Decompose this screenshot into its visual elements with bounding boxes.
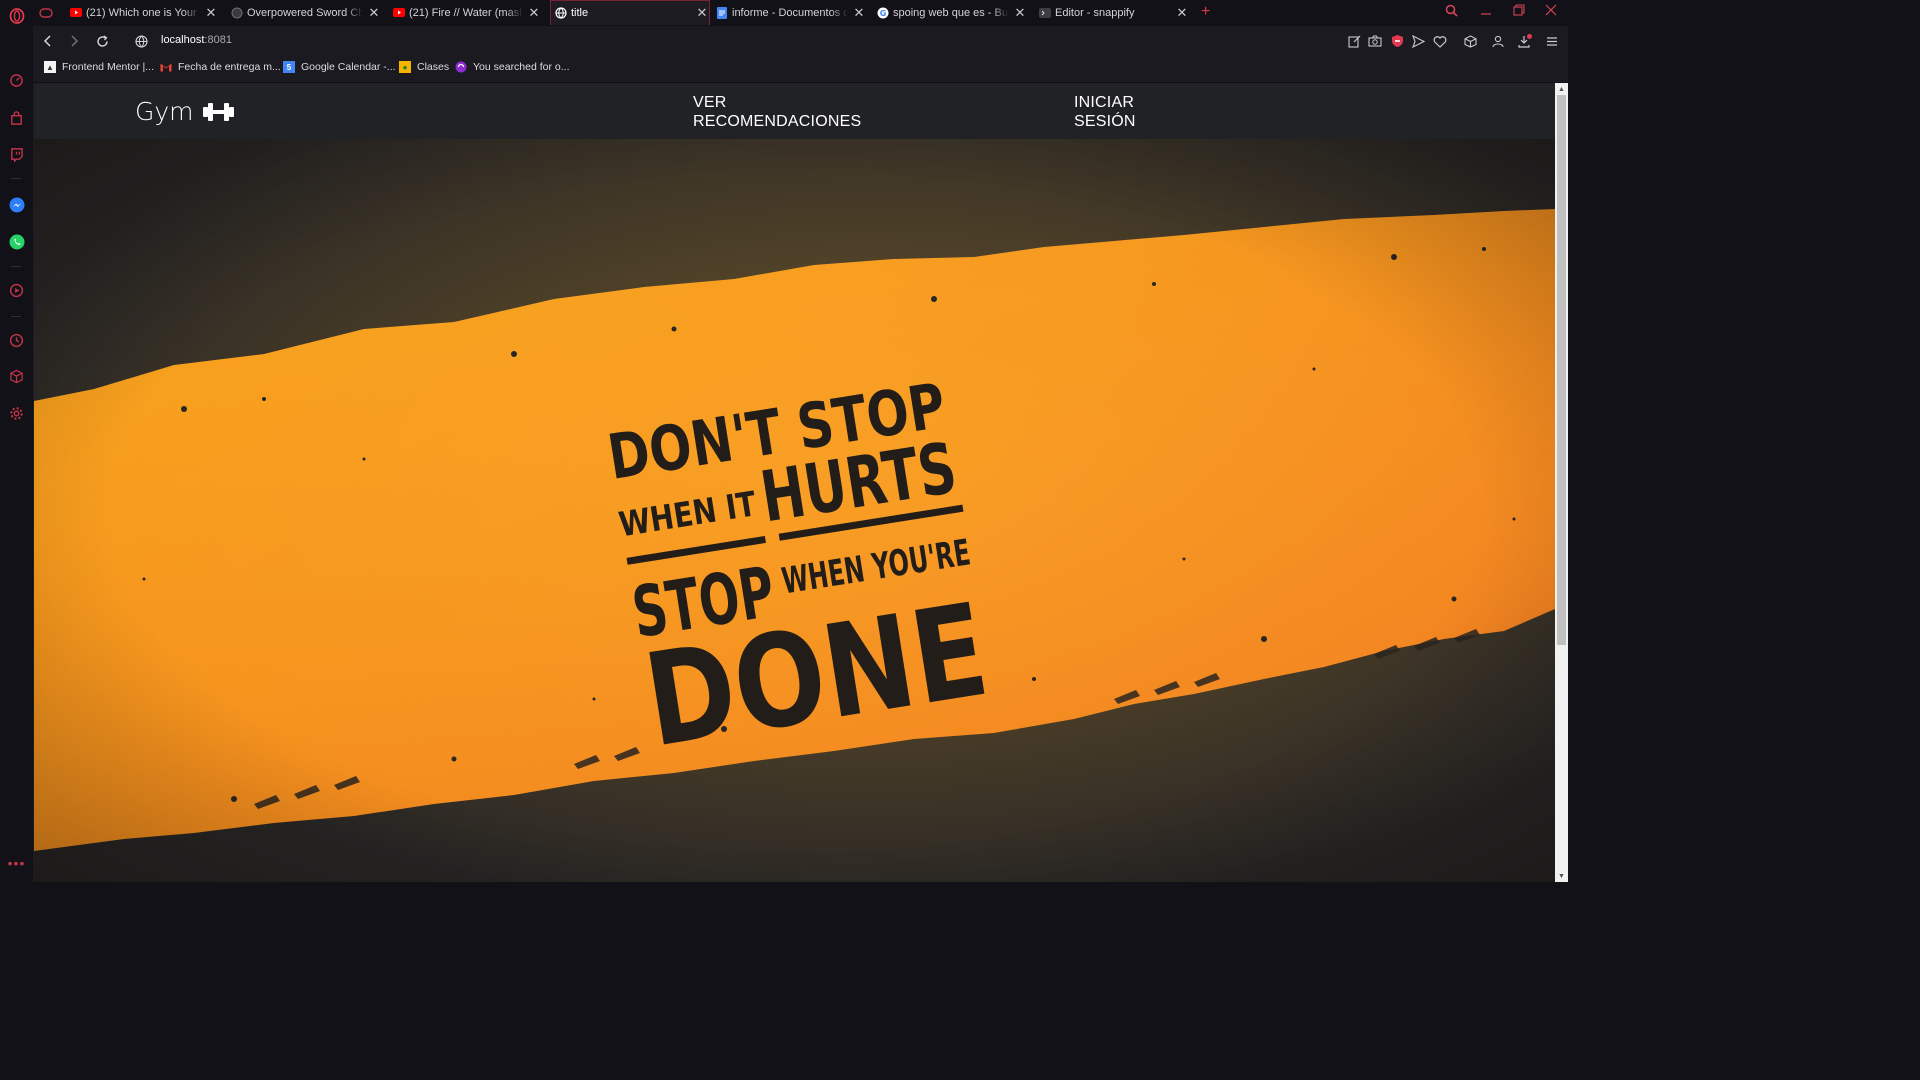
frontend-mentor-icon: ▲ bbox=[44, 61, 56, 73]
nav-line-1: VER bbox=[693, 94, 727, 111]
forward-icon[interactable] bbox=[65, 32, 83, 50]
bookmark-clases[interactable]: ● Clases bbox=[399, 61, 449, 73]
svg-text:G: G bbox=[880, 9, 887, 18]
youtube-icon bbox=[393, 7, 405, 19]
new-tab-button[interactable]: + bbox=[1201, 3, 1210, 21]
restore-icon[interactable] bbox=[1513, 4, 1525, 19]
tab-title: spoing web que es - Busca bbox=[893, 6, 1009, 19]
bookmark-frontend-mentor[interactable]: ▲ Frontend Mentor |... bbox=[44, 61, 154, 73]
bookmark-label: Frontend Mentor |... bbox=[62, 61, 155, 73]
globe-icon bbox=[231, 7, 243, 19]
close-tab-icon[interactable]: ✕ bbox=[852, 5, 866, 21]
speed-dial-icon[interactable] bbox=[8, 72, 25, 89]
history-icon[interactable] bbox=[8, 332, 25, 349]
settings-gear-icon[interactable] bbox=[8, 405, 25, 422]
site-logo[interactable]: Gym bbox=[135, 97, 235, 126]
extensions-icon[interactable] bbox=[8, 368, 25, 385]
player-icon[interactable] bbox=[8, 282, 25, 299]
tab-fire-water[interactable]: (21) Fire // Water (mashup) ✕ bbox=[393, 0, 541, 25]
browser-sidebar: ••• bbox=[0, 0, 34, 882]
tab-strip: (21) Which one is Your favo ✕ Overpowere… bbox=[33, 0, 1568, 26]
reload-icon[interactable] bbox=[93, 32, 111, 50]
logo-text: Gym bbox=[135, 97, 194, 126]
more-options-icon[interactable]: ••• bbox=[8, 854, 25, 871]
edit-icon[interactable] bbox=[1346, 33, 1362, 49]
bookmark-label: Fecha de entrega m... bbox=[178, 61, 281, 73]
heart-icon[interactable] bbox=[1432, 33, 1448, 49]
site-header: Gym VER RECOMENDACIONES INICIAR SESIÓN bbox=[34, 83, 1555, 139]
google-classroom-icon: ● bbox=[399, 61, 411, 73]
bookmark-label: Clases bbox=[417, 61, 450, 73]
back-icon[interactable] bbox=[39, 32, 57, 50]
close-window-icon[interactable] bbox=[1545, 4, 1557, 19]
purple-swirl-icon bbox=[455, 61, 467, 73]
messenger-icon[interactable] bbox=[8, 196, 25, 213]
nav-line-2: SESIÓN bbox=[1074, 113, 1136, 130]
opera-logo-icon[interactable] bbox=[8, 7, 25, 24]
account-icon[interactable] bbox=[1490, 33, 1506, 49]
scroll-down-arrow-icon[interactable]: ▼ bbox=[1555, 870, 1568, 882]
nav-ver-recomendaciones[interactable]: VER RECOMENDACIONES bbox=[693, 93, 861, 131]
tab-title: Editor - snappify bbox=[1055, 6, 1135, 19]
google-calendar-icon: 5 bbox=[283, 61, 295, 73]
site-info-globe-icon[interactable] bbox=[132, 32, 150, 50]
tab-title-active[interactable]: title ✕ bbox=[550, 0, 710, 25]
twitch-icon[interactable] bbox=[8, 146, 25, 163]
tab-title: informe - Documentos de G bbox=[732, 6, 848, 19]
gmail-icon bbox=[160, 61, 172, 73]
close-tab-icon[interactable]: ✕ bbox=[367, 5, 381, 21]
minimize-icon[interactable] bbox=[1480, 4, 1492, 19]
close-tab-icon[interactable]: ✕ bbox=[695, 5, 709, 21]
google-docs-icon bbox=[716, 6, 728, 19]
url-port: :8081 bbox=[204, 34, 232, 46]
url-host: localhost bbox=[161, 34, 205, 46]
search-tabs-icon[interactable] bbox=[1445, 4, 1458, 20]
google-icon: G bbox=[877, 7, 889, 19]
scroll-up-arrow-icon[interactable]: ▲ bbox=[1555, 83, 1568, 95]
youtube-icon bbox=[70, 7, 82, 19]
nav-line-1: INICIAR bbox=[1074, 94, 1135, 111]
tab-google-search[interactable]: G spoing web que es - Busca ✕ bbox=[877, 0, 1027, 25]
page-viewport: Gym VER RECOMENDACIONES INICIAR SESIÓN D… bbox=[34, 83, 1555, 882]
url-text[interactable]: localhost:8081 bbox=[161, 34, 232, 46]
bookmarks-bar: ▲ Frontend Mentor |... Fecha de entrega … bbox=[33, 56, 1568, 83]
tab-overpowered-sword[interactable]: Overpowered Sword Chapt ✕ bbox=[231, 0, 381, 25]
scrollbar-thumb[interactable] bbox=[1557, 95, 1566, 645]
hero-banner: DON'T STOP WHEN IT HURTS STOP WHEN YOU'R… bbox=[34, 139, 1555, 882]
tab-youtube-favorite[interactable]: (21) Which one is Your favo ✕ bbox=[70, 0, 218, 25]
tab-snappify[interactable]: Editor - snappify ✕ bbox=[1039, 0, 1189, 25]
downloads-icon[interactable] bbox=[1517, 33, 1533, 49]
globe-icon bbox=[555, 7, 567, 19]
tab-informe-docs[interactable]: informe - Documentos de G ✕ bbox=[716, 0, 866, 25]
extensions-cube-icon[interactable] bbox=[1462, 33, 1478, 49]
bookmark-google-calendar[interactable]: 5 Google Calendar -... bbox=[283, 61, 396, 73]
bookmark-you-searched[interactable]: You searched for o... bbox=[455, 61, 570, 73]
close-tab-icon[interactable]: ✕ bbox=[1175, 5, 1189, 21]
snappify-icon bbox=[1039, 7, 1051, 19]
shopping-bag-icon[interactable] bbox=[8, 110, 25, 127]
send-icon[interactable] bbox=[1410, 33, 1426, 49]
adblock-shield-icon[interactable] bbox=[1389, 33, 1405, 49]
whatsapp-icon[interactable] bbox=[8, 233, 25, 250]
nav-iniciar-sesion[interactable]: INICIAR SESIÓN bbox=[1074, 93, 1136, 131]
bookmark-gmail[interactable]: Fecha de entrega m... bbox=[160, 61, 281, 73]
easy-setup-menu-icon[interactable] bbox=[1544, 33, 1560, 49]
tab-workspace-gamepad-icon[interactable] bbox=[39, 0, 59, 25]
close-tab-icon[interactable]: ✕ bbox=[1013, 5, 1027, 21]
nav-line-2: RECOMENDACIONES bbox=[693, 113, 862, 130]
bookmark-label: You searched for o... bbox=[473, 61, 570, 73]
page-scrollbar[interactable]: ▲ ▼ bbox=[1555, 83, 1568, 882]
motivational-quote: DON'T STOP WHEN IT HURTS STOP WHEN YOU'R… bbox=[603, 369, 997, 777]
tab-title: title bbox=[571, 7, 589, 19]
address-bar: localhost:8081 bbox=[33, 26, 1568, 56]
tab-title: (21) Which one is Your favo bbox=[86, 6, 200, 19]
hero-graphic: DON'T STOP WHEN IT HURTS STOP WHEN YOU'R… bbox=[34, 139, 1555, 882]
bookmark-label: Google Calendar -... bbox=[301, 61, 396, 73]
snapshot-camera-icon[interactable] bbox=[1367, 33, 1383, 49]
close-tab-icon[interactable]: ✕ bbox=[204, 5, 218, 21]
dumbbell-icon bbox=[202, 101, 235, 123]
tab-title: (21) Fire // Water (mashup) bbox=[409, 6, 523, 19]
tab-title: Overpowered Sword Chapt bbox=[247, 6, 363, 19]
close-tab-icon[interactable]: ✕ bbox=[527, 5, 541, 21]
